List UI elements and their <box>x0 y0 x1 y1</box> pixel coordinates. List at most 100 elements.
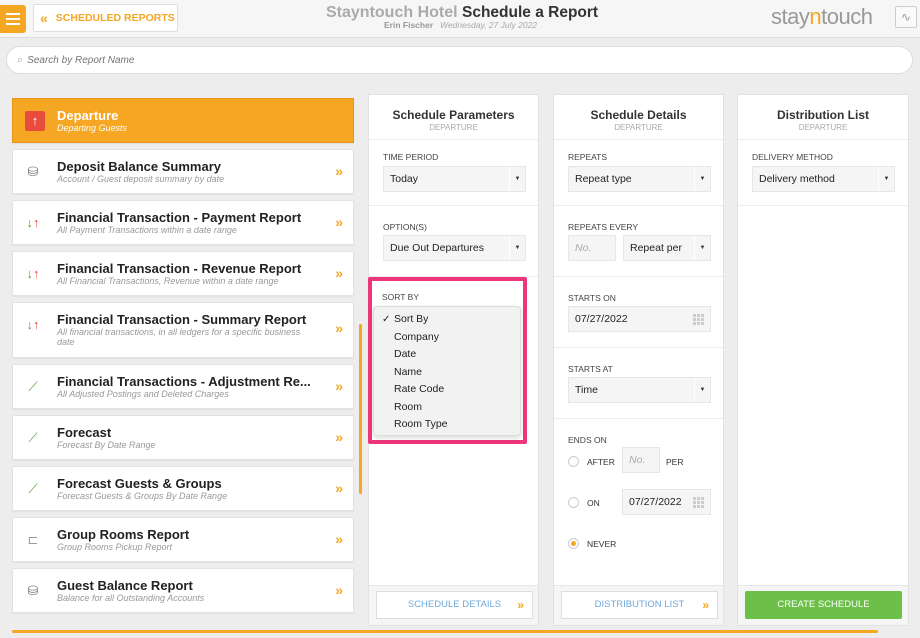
options-select[interactable]: Due Out Departures ▼ <box>383 235 526 261</box>
report-item-forecast-guests-groups[interactable]: ⟋ Forecast Guests & Groups Forecast Gues… <box>12 466 354 511</box>
report-title: Departure <box>57 108 119 123</box>
double-chevron-right-icon: » <box>335 320 343 336</box>
report-title: Financial Transaction - Revenue Report <box>57 261 302 276</box>
bottom-progress-line <box>12 630 878 633</box>
arrow-up-icon: ↑ <box>25 111 45 131</box>
distribution-list-panel: Distribution List DEPARTURE DELIVERY MET… <box>737 94 909 626</box>
repeats-select[interactable]: Repeat type ▼ <box>568 166 711 192</box>
report-title: Forecast Guests & Groups <box>57 476 222 491</box>
sort-option[interactable]: Sort By <box>394 313 428 325</box>
transfer-arrows-icon: ↓↑ <box>26 215 40 230</box>
report-subtitle: All Payment Transactions within a date r… <box>57 225 237 235</box>
top-bar: « SCHEDULED REPORTS Stayntouch Hotel Sch… <box>0 0 920 38</box>
report-subtitle: Departing Guests <box>57 123 128 133</box>
double-chevron-right-icon: » <box>335 480 343 496</box>
panel-title: Schedule Parameters <box>392 108 515 122</box>
ends-per-label: PER <box>666 457 684 467</box>
options-label: OPTION(S) <box>383 222 427 232</box>
panel-footer: CREATE SCHEDULE <box>738 585 908 625</box>
schedule-details-button[interactable]: SCHEDULE DETAILS » <box>376 591 533 619</box>
repeats-per-select[interactable]: Repeat per ▼ <box>623 235 711 261</box>
report-title: Financial Transaction - Payment Report <box>57 210 302 225</box>
ends-after-label: AFTER <box>587 457 615 467</box>
report-item-payment[interactable]: ↓↑ Financial Transaction - Payment Repor… <box>12 200 354 245</box>
starts-at-select[interactable]: Time ▼ <box>568 377 711 403</box>
sort-by-label: SORT BY <box>382 292 420 302</box>
starts-at-section: STARTS AT Time ▼ <box>554 348 723 419</box>
delivery-method-select[interactable]: Delivery method ▼ <box>752 166 895 192</box>
ends-after-radio[interactable] <box>568 456 579 467</box>
double-chevron-right-icon: » <box>335 163 343 179</box>
caret-down-icon: ▼ <box>509 236 525 260</box>
starts-at-label: STARTS AT <box>568 364 613 374</box>
ends-on-label: ENDS ON <box>568 435 607 445</box>
double-chevron-right-icon: » <box>702 598 709 612</box>
report-item-group-rooms[interactable]: ⊏ Group Rooms Report Group Rooms Pickup … <box>12 517 354 562</box>
starts-on-section: STARTS ON 07/27/2022 <box>554 277 723 348</box>
report-subtitle: All financial transactions, in all ledge… <box>57 327 301 347</box>
sort-option[interactable]: Name <box>394 366 422 378</box>
bed-icon: ⊏ <box>27 532 39 547</box>
double-chevron-left-icon: « <box>40 10 48 26</box>
sort-option[interactable]: Date <box>394 348 416 360</box>
report-title: Financial Transaction - Summary Report <box>57 312 307 327</box>
repeats-label: REPEATS <box>568 152 608 162</box>
calendar-icon[interactable] <box>693 497 705 509</box>
caret-down-icon: ▼ <box>878 167 894 191</box>
menu-icon[interactable] <box>0 5 26 33</box>
create-schedule-button[interactable]: CREATE SCHEDULE <box>745 591 902 619</box>
sort-option[interactable]: Room Type <box>394 418 448 430</box>
sort-by-dropdown[interactable]: ✓ Sort By Company Date Name Rate Code Ro… <box>373 306 521 436</box>
report-subtitle: All Financial Transactions, Revenue with… <box>57 276 279 286</box>
transfer-arrows-icon: ↓↑ <box>26 317 40 332</box>
report-title: Forecast <box>57 425 112 440</box>
ends-on-date-input[interactable]: 07/27/2022 <box>622 489 711 515</box>
distribution-list-button[interactable]: DISTRIBUTION LIST » <box>561 591 718 619</box>
back-button[interactable]: « SCHEDULED REPORTS <box>33 4 178 32</box>
trend-chart-icon: ⟋ <box>28 481 38 496</box>
repeats-every-number-input[interactable]: No. <box>568 235 616 261</box>
report-subtitle: Balance for all Outstanding Accounts <box>57 593 205 603</box>
panel-footer: DISTRIBUTION LIST » <box>554 585 723 625</box>
coins-icon: ⛁ <box>27 164 39 179</box>
starts-on-label: STARTS ON <box>568 293 616 303</box>
report-item-forecast[interactable]: ⟋ Forecast Forecast By Date Range » <box>12 415 354 460</box>
ends-after-number-input[interactable]: No. <box>622 447 660 473</box>
report-item-summary[interactable]: ↓↑ Financial Transaction - Summary Repor… <box>12 302 354 358</box>
time-period-label: TIME PERIOD <box>383 152 439 162</box>
starts-on-date-input[interactable]: 07/27/2022 <box>568 306 711 332</box>
calendar-icon[interactable] <box>693 314 705 326</box>
search-input[interactable] <box>27 54 912 66</box>
report-item-revenue[interactable]: ↓↑ Financial Transaction - Revenue Repor… <box>12 251 354 296</box>
search-icon: ⌕ <box>17 53 24 66</box>
double-chevron-right-icon: » <box>335 265 343 281</box>
panel-subtitle: DEPARTURE <box>429 123 478 132</box>
list-scrollbar[interactable] <box>359 324 362 494</box>
search-bar[interactable]: ⌕ <box>6 46 913 74</box>
repeats-every-section: REPEATS EVERY No. Repeat per ▼ <box>554 206 723 277</box>
trend-chart-icon: ⟋ <box>28 379 38 394</box>
time-period-select[interactable]: Today ▼ <box>383 166 526 192</box>
report-item-guest-balance[interactable]: ⛁ Guest Balance Report Balance for all O… <box>12 568 354 613</box>
transfer-arrows-icon: ↓↑ <box>26 266 40 281</box>
report-item-adjustment[interactable]: ⟋ Financial Transactions - Adjustment Re… <box>12 364 354 409</box>
ends-never-label: NEVER <box>587 539 617 549</box>
caret-down-icon: ▼ <box>694 167 710 191</box>
double-chevron-right-icon: » <box>517 598 524 612</box>
ends-never-radio[interactable] <box>568 538 579 549</box>
report-subtitle: Account / Guest deposit summary by date <box>57 174 225 184</box>
report-item-deposit-balance-summary[interactable]: ⛁ Deposit Balance Summary Account / Gues… <box>12 149 354 194</box>
report-title: Deposit Balance Summary <box>57 159 222 174</box>
panel-title: Schedule Details <box>590 108 687 122</box>
sort-option[interactable]: Room <box>394 401 422 413</box>
sort-option[interactable]: Rate Code <box>394 383 444 395</box>
report-subtitle: All Adjusted Postings and Deleted Charge… <box>57 389 229 399</box>
time-period-section: TIME PERIOD Today ▼ <box>369 139 538 206</box>
ends-on-date-label: ON <box>587 498 600 508</box>
report-item-departure[interactable]: ↑ Departure Departing Guests <box>12 98 354 143</box>
delivery-method-label: DELIVERY METHOD <box>752 152 833 162</box>
activity-icon[interactable]: ∿ <box>895 6 917 28</box>
sort-option[interactable]: Company <box>394 331 439 343</box>
double-chevron-right-icon: » <box>335 378 343 394</box>
ends-on-radio[interactable] <box>568 497 579 508</box>
